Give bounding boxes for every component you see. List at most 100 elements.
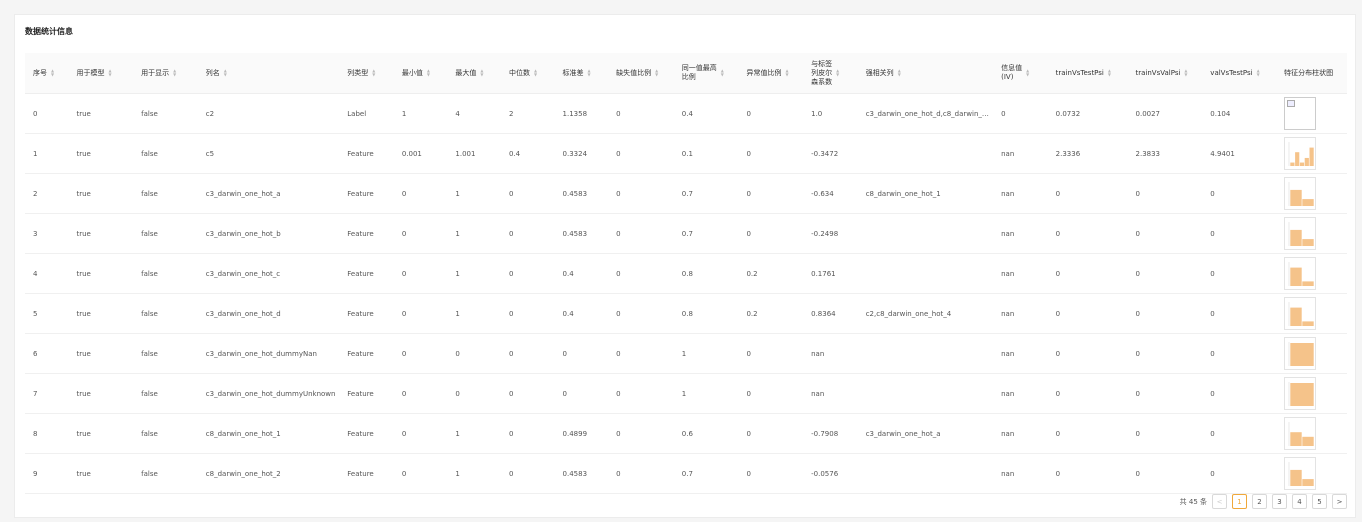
column-header[interactable]: 序号 ▲ ▼ [25, 53, 69, 94]
histogram-bar [1290, 307, 1302, 326]
page-button[interactable]: 3 [1272, 494, 1287, 509]
table-cell: c3_darwin_one_hot_dummyNan [197, 333, 340, 374]
sort-icon[interactable]: ▲ ▼ [1184, 69, 1187, 77]
column-header[interactable]: 用于模型 ▲ ▼ [68, 53, 134, 94]
sort-icon[interactable]: ▲ ▼ [427, 69, 430, 77]
table-cell: true [68, 293, 134, 334]
table-cell: 0.3324 [554, 133, 609, 174]
histogram-thumbnail[interactable] [1284, 217, 1317, 250]
sort-icon[interactable]: ▲ ▼ [1257, 69, 1260, 77]
sort-icon[interactable]: ▲ ▼ [898, 69, 901, 77]
pagination: 共 45 条 < 12345 > [1180, 494, 1347, 509]
table-cell: 0.2 [738, 253, 804, 294]
table-body: 0 true false c2 Label 1 4 2 1.1358 0 0.4 0 1.0 c3_dar… [25, 93, 1347, 494]
table-cell: Feature [339, 213, 394, 254]
table-cell: 2 [25, 173, 69, 214]
column-header[interactable]: 同一值最高 比例 ▲ ▼ [673, 53, 739, 94]
sort-icon[interactable]: ▲ ▼ [836, 69, 839, 77]
column-header[interactable]: 与标签 列皮尔 森系数 ▲ ▼ [803, 53, 858, 94]
histogram-thumbnail[interactable] [1284, 177, 1317, 210]
sort-icon[interactable]: ▲ ▼ [1108, 69, 1111, 77]
column-header[interactable]: 列类型 ▲ ▼ [339, 53, 394, 94]
table-cell: 0.8 [673, 253, 739, 294]
column-header[interactable]: trainVsValPsi ▲ ▼ [1127, 53, 1203, 94]
histogram-thumbnail[interactable] [1284, 417, 1317, 450]
column-header-label: 用于显示 [141, 68, 170, 77]
column-header[interactable]: 信息值 (IV) ▲ ▼ [993, 53, 1048, 94]
column-header[interactable]: trainVsTestPsi ▲ ▼ [1047, 53, 1128, 94]
column-header[interactable]: 列名 ▲ ▼ [197, 53, 340, 94]
sort-icon[interactable]: ▲ ▼ [721, 69, 724, 77]
table-cell: 0 [608, 453, 674, 494]
column-header-label: 与标签 列皮尔 森系数 [811, 59, 833, 86]
histogram-bar [1302, 321, 1314, 326]
histogram-thumbnail[interactable] [1284, 297, 1317, 330]
column-header[interactable]: 用于显示 ▲ ▼ [133, 53, 198, 94]
table-cell: 0 [738, 93, 804, 134]
table-cell [857, 213, 994, 254]
sort-icon[interactable]: ▲ ▼ [480, 69, 483, 77]
table-cell: 0 [447, 333, 501, 374]
column-header[interactable]: 最大值 ▲ ▼ [447, 53, 501, 94]
sort-icon[interactable]: ▲ ▼ [173, 69, 176, 77]
table-cell: nan [993, 133, 1048, 174]
histogram-cell [1276, 413, 1347, 454]
table-cell: 5 [25, 293, 69, 334]
next-page-button[interactable]: > [1332, 494, 1347, 509]
table-cell: 0 [993, 93, 1048, 134]
histogram-thumbnail[interactable] [1284, 257, 1317, 290]
column-header[interactable]: 强相关列 ▲ ▼ [857, 53, 994, 94]
sort-icon[interactable]: ▲ ▼ [224, 69, 227, 77]
prev-page-button[interactable]: < [1212, 494, 1227, 509]
column-header[interactable]: 缺失值比例 ▲ ▼ [608, 53, 674, 94]
column-header[interactable]: 最小值 ▲ ▼ [393, 53, 448, 94]
table-cell: 0.4 [554, 293, 609, 334]
histogram-cell [1276, 133, 1347, 174]
column-header-label: 列名 [205, 68, 220, 77]
column-header-label: 最小值 [401, 68, 423, 77]
histogram-thumbnail[interactable] [1284, 137, 1317, 170]
table-cell: 0 [393, 253, 448, 294]
sort-icon[interactable]: ▲ ▼ [588, 69, 591, 77]
table-cell: -0.7908 [803, 413, 858, 454]
table-cell: nan [993, 453, 1048, 494]
histogram-bar [1304, 157, 1309, 166]
table-cell: 1 [447, 173, 501, 214]
table-cell: 0.4 [500, 133, 555, 174]
histogram-cell [1276, 293, 1347, 334]
table-cell: nan [993, 253, 1048, 294]
table-cell: 0 [1047, 173, 1128, 214]
table-cell: 0 [1047, 413, 1128, 454]
column-header-label: 中位数 [508, 68, 530, 77]
table-cell: false [133, 373, 198, 414]
sort-icon[interactable]: ▲ ▼ [785, 69, 788, 77]
column-header[interactable]: 标准差 ▲ ▼ [554, 53, 609, 94]
histogram-cell [1276, 253, 1347, 294]
table-cell: c3_darwin_one_hot_b [197, 213, 340, 254]
sort-icon[interactable]: ▲ ▼ [51, 69, 54, 77]
histogram-bar [1302, 436, 1314, 446]
page-button[interactable]: 4 [1292, 494, 1307, 509]
histogram-thumbnail[interactable] [1284, 377, 1317, 410]
histogram-thumbnail[interactable] [1284, 337, 1317, 370]
column-header[interactable]: 异常值比例 ▲ ▼ [738, 53, 804, 94]
page-button[interactable]: 5 [1312, 494, 1327, 509]
sort-icon[interactable]: ▲ ▼ [372, 69, 375, 77]
table-cell: 0 [1047, 253, 1128, 294]
table-cell: 0 [447, 373, 501, 414]
sort-icon[interactable]: ▲ ▼ [1026, 69, 1029, 77]
table-cell: 3 [25, 213, 69, 254]
sort-icon[interactable]: ▲ ▼ [534, 69, 537, 77]
table-cell: 0.7 [673, 453, 739, 494]
sort-icon[interactable]: ▲ ▼ [108, 69, 111, 77]
column-header-label: 序号 [33, 68, 47, 77]
page-button[interactable]: 2 [1252, 494, 1267, 509]
column-header[interactable]: valVsTestPsi ▲ ▼ [1202, 53, 1277, 94]
histogram-bar [1290, 189, 1302, 206]
table-header-row: 序号 ▲ ▼ 用于模型 ▲ ▼ 用于显示 ▲ ▼ 列名 ▲ ▼ 列类型 ▲ ▼ 最小值 ▲ ▼ 最大值 ▲ ▼ 中位数 ▲ ▼… [25, 53, 1347, 94]
page-button[interactable]: 1 [1232, 494, 1247, 509]
histogram-thumbnail[interactable] [1284, 457, 1317, 490]
histogram-bar [1290, 383, 1314, 406]
sort-icon[interactable]: ▲ ▼ [655, 69, 658, 77]
column-header[interactable]: 中位数 ▲ ▼ [500, 53, 555, 94]
